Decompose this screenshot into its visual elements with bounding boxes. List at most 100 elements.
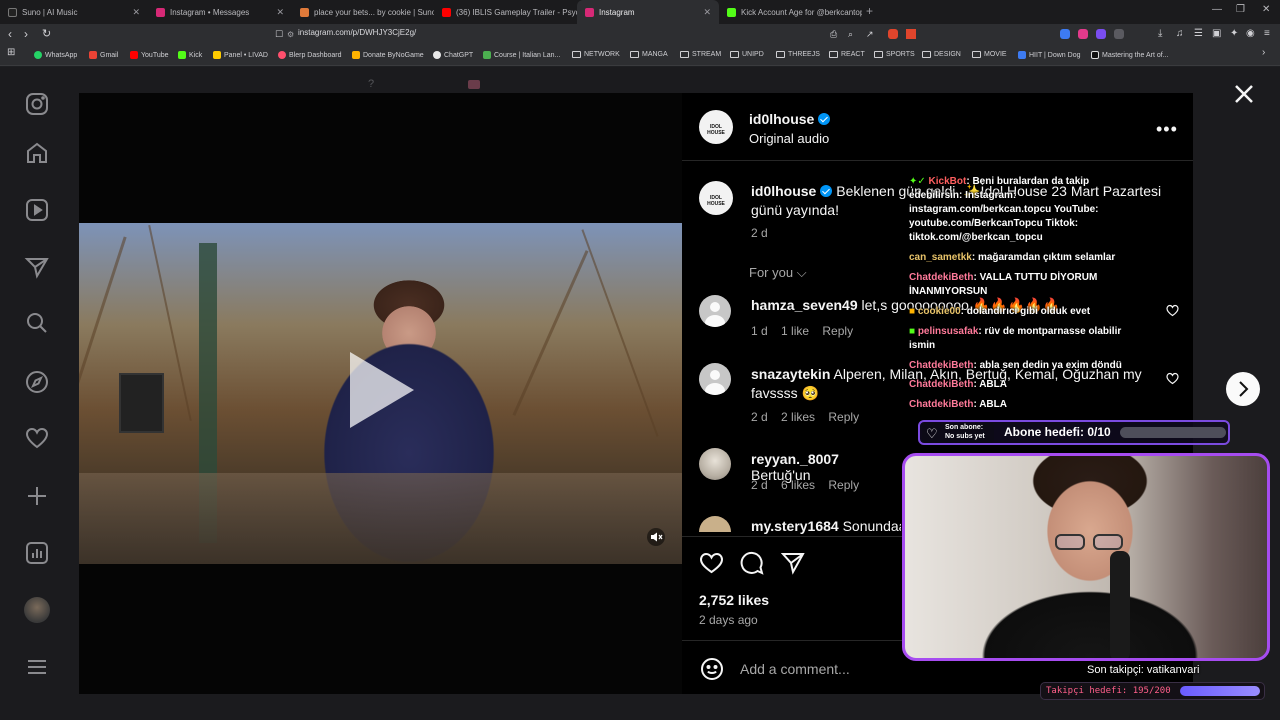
all-bookmarks-icon[interactable]: › xyxy=(1262,47,1265,58)
bookmark-folder-network[interactable]: NETWORK xyxy=(572,51,620,58)
post-author[interactable]: id0lhouse xyxy=(749,111,831,127)
comment-like-count[interactable]: 1 like xyxy=(781,324,809,338)
new-tab-icon[interactable]: + xyxy=(866,4,873,18)
messages-icon[interactable] xyxy=(24,254,50,280)
audio-muted-icon[interactable] xyxy=(647,528,665,546)
bookmark-whatsapp[interactable]: WhatsApp xyxy=(34,51,77,59)
emoji-icon[interactable] xyxy=(700,657,724,681)
like-count[interactable]: 2,752 likes xyxy=(699,592,769,608)
share-icon[interactable]: ↗ xyxy=(866,29,874,40)
bookmark-hiit[interactable]: HIIT | Down Dog xyxy=(1018,51,1081,59)
extension-icon[interactable] xyxy=(1114,29,1124,39)
back-icon[interactable]: ‹ xyxy=(8,27,12,41)
tab-suno[interactable]: Suno | AI Music ✕ xyxy=(0,0,148,24)
play-icon[interactable] xyxy=(350,352,414,428)
instagram-logo-icon[interactable] xyxy=(24,91,50,117)
commenter-avatar[interactable] xyxy=(699,448,731,480)
comment-like-count[interactable]: 2 likes xyxy=(781,410,815,424)
comment-user[interactable]: reyyan._8007 xyxy=(751,451,839,467)
author-avatar[interactable]: IDOL HOUSE xyxy=(699,110,733,144)
rewards-icon[interactable] xyxy=(906,29,916,39)
reply-button[interactable]: Reply xyxy=(822,324,853,338)
comment-sort-dropdown[interactable]: For you ⌵ xyxy=(749,265,807,281)
download-icon[interactable]: ⤓ xyxy=(1158,28,1162,39)
media-icon[interactable]: ♫ xyxy=(1176,28,1184,39)
extension-icon[interactable] xyxy=(1078,29,1088,39)
extension-icon[interactable] xyxy=(1060,29,1070,39)
tab-kick-account-age[interactable]: Kick Account Age for @berkcantop...✕ xyxy=(719,0,862,24)
bookmark-folder-movie[interactable]: MOVIE xyxy=(972,51,1007,58)
search-icon[interactable] xyxy=(24,310,50,336)
extension-icon[interactable] xyxy=(1096,29,1106,39)
commenter-avatar[interactable] xyxy=(699,363,731,395)
bookmark-folder-manga[interactable]: MANGA xyxy=(630,51,668,58)
next-post-button[interactable] xyxy=(1226,372,1260,406)
bookmark-mastering[interactable]: Mastering the Art of... xyxy=(1091,51,1169,59)
restore-icon[interactable]: ❐ xyxy=(1236,4,1245,15)
explore-icon[interactable] xyxy=(24,369,50,395)
comment-like-count[interactable]: 6 likes xyxy=(781,478,815,492)
original-audio-link[interactable]: Original audio xyxy=(749,131,829,146)
reload-icon[interactable]: ↻ xyxy=(42,27,51,40)
bookmark-gmail[interactable]: Gmail xyxy=(89,51,118,59)
reply-button[interactable]: Reply xyxy=(828,410,859,424)
tab-instagram[interactable]: Instagram ✕ xyxy=(577,0,719,24)
apps-icon[interactable]: ⊞ xyxy=(7,47,15,58)
brave-shield-icon[interactable] xyxy=(888,29,898,39)
bookmark-icon[interactable]: ☐ xyxy=(275,29,283,40)
site-settings-icon[interactable]: ⚙ xyxy=(287,30,294,39)
leo-icon[interactable]: ✦ xyxy=(1230,28,1238,39)
wallet-icon[interactable]: ▣ xyxy=(1212,28,1221,39)
create-plus-icon[interactable] xyxy=(24,483,50,509)
bookmark-kick[interactable]: Kick xyxy=(178,51,202,59)
comment-icon[interactable] xyxy=(740,551,764,575)
profile-avatar[interactable] xyxy=(24,597,50,623)
more-menu-icon[interactable] xyxy=(24,654,50,680)
bookmark-folder-design[interactable]: DESIGN xyxy=(922,51,961,58)
reels-icon[interactable] xyxy=(24,197,50,223)
screenshot-icon[interactable]: ⎙ xyxy=(830,29,837,40)
bookmark-folder-stream[interactable]: STREAM xyxy=(680,51,721,58)
bookmark-folder-threejs[interactable]: THREEJS xyxy=(776,51,820,58)
caption-avatar[interactable]: IDOL HOUSE xyxy=(699,181,733,215)
bookmark-youtube[interactable]: YouTube xyxy=(130,51,169,59)
comment-user[interactable]: my.stery1684 xyxy=(751,518,839,534)
close-tab-icon[interactable]: ✕ xyxy=(697,7,711,18)
bookmark-italian-course[interactable]: Course | Italian Lan... xyxy=(483,51,560,59)
commenter-avatar[interactable] xyxy=(699,516,731,532)
home-icon[interactable] xyxy=(24,140,50,166)
comment-user[interactable]: snazaytekin xyxy=(751,366,830,382)
menu-icon[interactable]: ≡ xyxy=(1264,28,1270,39)
bookmark-folder-sports[interactable]: SPORTS xyxy=(874,51,915,58)
minimize-icon[interactable]: — xyxy=(1212,4,1222,15)
like-heart-icon[interactable] xyxy=(699,551,724,575)
more-options-icon[interactable]: ••• xyxy=(1156,119,1178,140)
bookmark-bynogame[interactable]: Donate ByNoGame xyxy=(352,51,424,59)
like-comment-icon[interactable] xyxy=(1166,304,1179,317)
close-tab-icon[interactable]: ✕ xyxy=(126,7,140,18)
bookmark-blerp[interactable]: Blerp Dashboard xyxy=(278,51,342,59)
bookmark-panel-livad[interactable]: Panel • LIVAD xyxy=(213,51,268,59)
close-tab-icon[interactable]: ✕ xyxy=(270,7,284,18)
caption-author[interactable]: id0lhouse xyxy=(751,183,833,199)
notifications-heart-icon[interactable] xyxy=(24,425,50,451)
close-window-icon[interactable]: ✕ xyxy=(1262,4,1270,15)
tab-instagram-messages[interactable]: Instagram • Messages ✕ xyxy=(148,0,292,24)
reply-button[interactable]: Reply xyxy=(828,478,859,492)
add-comment-input[interactable]: Add a comment... xyxy=(740,661,850,677)
forward-icon[interactable]: › xyxy=(24,27,28,41)
tab-suno-bets[interactable]: place your bets... by cookie | Suno✕ xyxy=(292,0,434,24)
search-icon[interactable]: ⌕ xyxy=(848,29,853,40)
bookmark-chatgpt[interactable]: ChatGPT xyxy=(433,51,473,59)
dashboard-icon[interactable] xyxy=(24,540,50,566)
url-input[interactable]: instagram.com/p/DWHJY3CjE2g/ xyxy=(298,28,416,37)
tab-youtube[interactable]: (36) IBLIS Gameplay Trailer - Psychol...… xyxy=(434,0,577,24)
bookmark-folder-unipd[interactable]: UNIPD xyxy=(730,51,764,58)
bookmark-folder-react[interactable]: REACT xyxy=(829,51,865,58)
like-comment-icon[interactable] xyxy=(1166,372,1179,385)
comment-user[interactable]: hamza_seven49 xyxy=(751,297,858,313)
vpn-icon[interactable]: ◉ xyxy=(1246,28,1255,39)
share-icon[interactable] xyxy=(781,551,805,575)
reader-icon[interactable]: ☰ xyxy=(1194,28,1203,39)
commenter-avatar[interactable] xyxy=(699,295,731,327)
